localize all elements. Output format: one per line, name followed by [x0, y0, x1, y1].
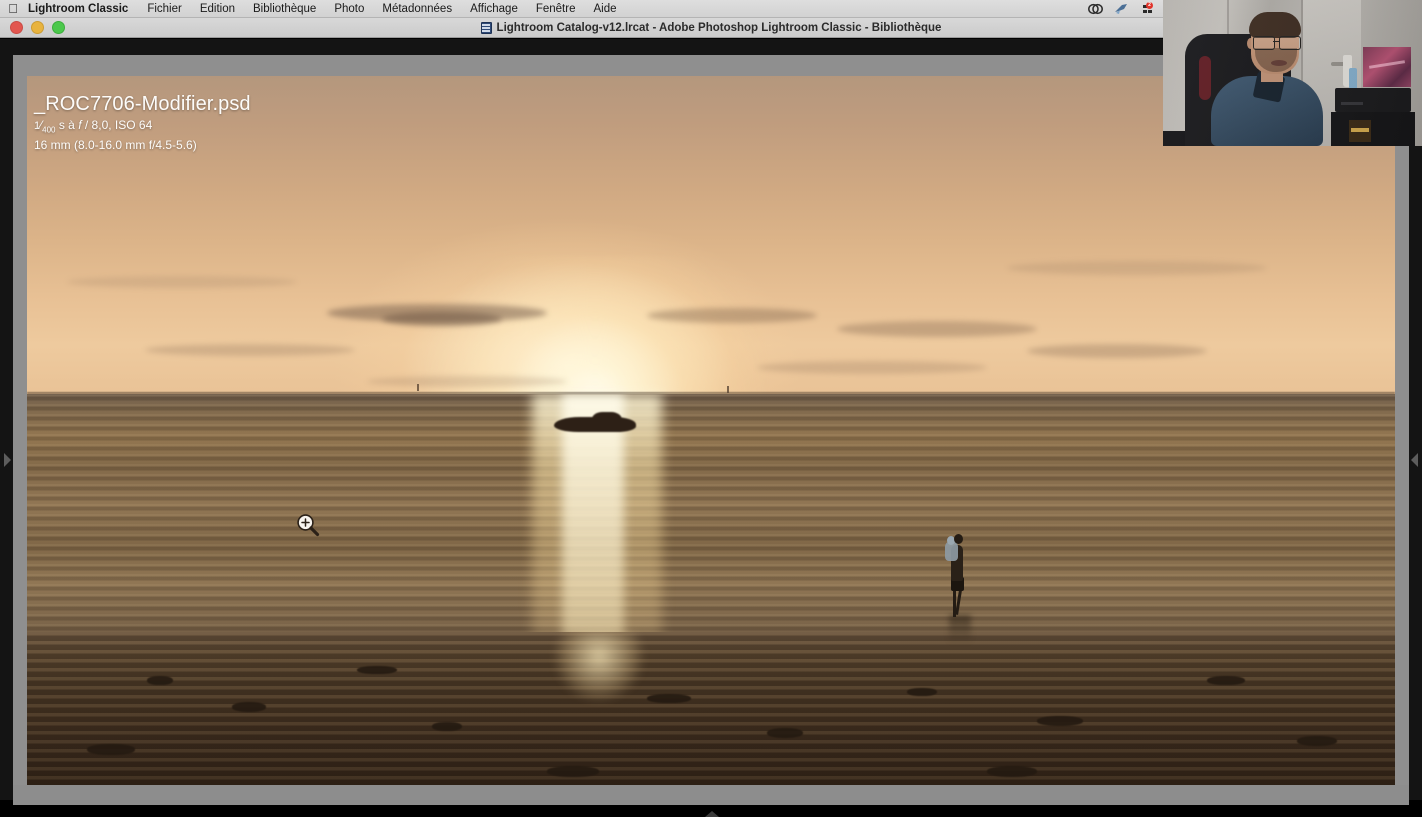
beach-debris	[1037, 716, 1083, 726]
beach-debris	[357, 666, 397, 674]
horizon-line	[27, 392, 1395, 394]
cloud-band	[382, 312, 502, 326]
beach-debris	[232, 702, 266, 712]
notification-count-badge: 2	[1146, 2, 1153, 9]
cloud-band	[1027, 344, 1207, 358]
menu-item-photo[interactable]: Photo	[325, 3, 373, 15]
menu-item-edition[interactable]: Edition	[191, 3, 244, 15]
cloud-band	[145, 344, 355, 356]
beach-debris	[907, 688, 937, 696]
figure-leg	[955, 590, 962, 615]
menu-item-affichage[interactable]: Affichage	[461, 3, 527, 15]
aperture-value: / 8,0, ISO 64	[85, 118, 152, 132]
menu-item-bibliotheque[interactable]: Bibliothèque	[244, 3, 325, 15]
cloud-band	[837, 321, 1037, 337]
zoom-button[interactable]	[52, 21, 65, 34]
distant-sail	[417, 384, 419, 391]
bird-app-icon[interactable]	[1108, 0, 1134, 18]
beach-debris	[987, 766, 1037, 777]
catalog-file-icon	[481, 22, 492, 34]
figure-shadow	[949, 615, 971, 643]
webcam-overlay	[1163, 0, 1422, 146]
figure-head	[954, 534, 963, 544]
loupe-work-area: _ROC7706-Modifier.psd 1⁄400 s à f / 8,0,…	[13, 55, 1409, 805]
photo-viewport[interactable]: _ROC7706-Modifier.psd 1⁄400 s à f / 8,0,…	[27, 76, 1395, 785]
beach-debris	[87, 744, 135, 755]
beach-debris	[1207, 676, 1245, 685]
photograph: _ROC7706-Modifier.psd 1⁄400 s à f / 8,0,…	[27, 76, 1395, 785]
photo-exposure-line: 1⁄400 s à f / 8,0, ISO 64	[34, 117, 251, 136]
menu-item-fenetre[interactable]: Fenêtre	[527, 3, 585, 15]
photo-filename: _ROC7706-Modifier.psd	[34, 93, 251, 116]
notification-badge-icon[interactable]: 2	[1134, 0, 1160, 18]
exposure-rest: s à	[59, 118, 75, 132]
sea-ripple-texture	[27, 394, 1395, 636]
photo-lens-line: 16 mm (8.0-16.0 mm f/4.5-5.6)	[34, 137, 251, 153]
distant-sail	[727, 386, 729, 393]
cloud-band	[757, 361, 987, 374]
beach-debris	[647, 694, 691, 703]
beach-debris	[767, 728, 803, 738]
loupe-toolbar[interactable]	[13, 785, 1409, 805]
show-left-panel-arrow[interactable]	[4, 453, 11, 467]
beach-debris	[147, 676, 173, 685]
show-bottom-panel-arrow[interactable]	[705, 811, 719, 817]
cloud-band	[367, 376, 567, 387]
webcam-light-cast	[1163, 0, 1422, 146]
aperture-symbol: f	[78, 118, 81, 132]
cloud-band	[1007, 261, 1267, 275]
beach-debris	[1297, 736, 1337, 746]
close-button[interactable]	[10, 21, 23, 34]
window-controls	[0, 21, 65, 34]
zoom-in-cursor	[296, 513, 320, 537]
sand-sun-reflection	[539, 632, 659, 752]
menu-item-metadonnees[interactable]: Métadonnées	[373, 3, 461, 15]
menu-item-fichier[interactable]: Fichier	[138, 3, 191, 15]
creative-cloud-icon[interactable]	[1082, 0, 1108, 18]
cloud-band	[67, 276, 297, 288]
rock-outcrop	[554, 417, 636, 432]
window-title: Lightroom Catalog-v12.lrcat - Adobe Phot…	[497, 22, 942, 34]
menubar-app-name[interactable]: Lightroom Classic	[26, 3, 138, 15]
exposure-denominator: 400	[42, 125, 55, 134]
beach-debris	[547, 766, 599, 777]
beach-debris	[432, 722, 462, 731]
apple-logo-icon[interactable]: 	[0, 2, 26, 16]
menu-item-aide[interactable]: Aide	[584, 3, 625, 15]
show-right-panel-arrow[interactable]	[1411, 453, 1418, 467]
beach-figure	[943, 523, 969, 619]
lightroom-body: _ROC7706-Modifier.psd 1⁄400 s à f / 8,0,…	[0, 39, 1422, 800]
minimize-button[interactable]	[31, 21, 44, 34]
cloud-band	[647, 308, 817, 323]
photo-info-overlay: _ROC7706-Modifier.psd 1⁄400 s à f / 8,0,…	[34, 93, 251, 153]
